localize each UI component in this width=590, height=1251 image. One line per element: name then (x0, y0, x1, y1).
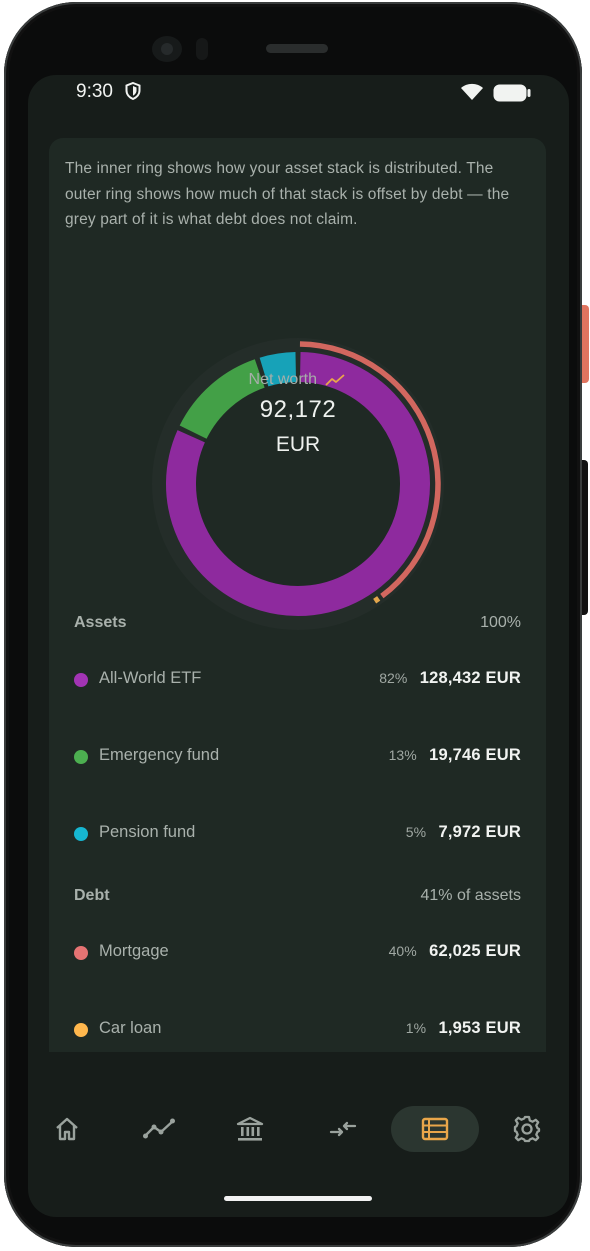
asset-row-pension-fund[interactable]: Pension fund 5% 7,972 EUR (74, 821, 521, 847)
nav-accounts[interactable] (225, 1106, 275, 1152)
debt-amount: 1,953 EUR (438, 1019, 521, 1037)
asset-row-all-world-etf[interactable]: All-World ETF 82% 128,432 EUR (74, 667, 521, 693)
asset-name: Pension fund (99, 823, 196, 841)
settings-icon (513, 1115, 541, 1143)
debt-amount: 62,025 EUR (429, 942, 521, 960)
transfer-icon (329, 1121, 357, 1137)
volume-button (582, 460, 588, 615)
debt-percent: 1% (405, 1020, 427, 1036)
debt-row-mortgage[interactable]: Mortgage 40% 62,025 EUR (74, 940, 521, 966)
assets-title: Assets (74, 614, 127, 631)
debt-total: 41% of assets (420, 887, 522, 904)
asset-color-dot (74, 673, 88, 687)
battery-icon (493, 84, 531, 102)
asset-percent: 5% (405, 824, 427, 840)
nav-trends[interactable] (134, 1106, 184, 1152)
assets-header: Assets 100% (74, 614, 521, 636)
nav-transactions[interactable] (318, 1106, 368, 1152)
asset-name: All-World ETF (99, 669, 202, 687)
debt-color-dot (74, 946, 88, 960)
asset-color-dot (74, 827, 88, 841)
donut-segment-car-loan (373, 596, 381, 604)
shield-icon (125, 82, 141, 100)
breakdown-card: The inner ring shows how your asset stac… (49, 138, 546, 1052)
nav-breakdown[interactable] (391, 1106, 479, 1152)
trend-up-icon (325, 374, 346, 386)
debt-name: Car loan (99, 1019, 162, 1037)
home-icon (56, 1117, 78, 1141)
front-camera (152, 36, 182, 62)
asset-percent: 13% (388, 747, 417, 763)
debt-title: Debt (74, 887, 110, 904)
asset-amount: 19,746 EUR (429, 746, 521, 764)
net-worth-label-text: Net worth (248, 371, 317, 388)
nav-home[interactable] (42, 1106, 92, 1152)
asset-color-dot (74, 750, 88, 764)
screen: 9:30 The inner ring shows how your asset… (28, 75, 569, 1217)
net-worth-label: Net worth (212, 371, 382, 389)
debt-row-car-loan[interactable]: Car loan 1% 1,953 EUR (74, 1017, 521, 1043)
assets-total: 100% (480, 614, 521, 631)
bottom-navigation (28, 1095, 569, 1165)
asset-name: Emergency fund (99, 746, 220, 764)
earpiece-speaker (266, 44, 328, 53)
asset-amount: 128,432 EUR (419, 669, 521, 687)
debt-name: Mortgage (99, 942, 169, 960)
phone-frame: 9:30 The inner ring shows how your asset… (4, 2, 582, 1247)
debt-percent: 40% (388, 943, 417, 959)
status-time: 9:30 (76, 81, 113, 102)
power-button (582, 305, 589, 383)
home-indicator[interactable] (224, 1196, 372, 1201)
asset-amount: 7,972 EUR (438, 823, 521, 841)
net-worth-value: 92,172 (259, 396, 337, 423)
debt-header: Debt 41% of assets (74, 887, 521, 909)
asset-percent: 82% (379, 670, 408, 686)
asset-row-emergency-fund[interactable]: Emergency fund 13% 19,746 EUR (74, 744, 521, 770)
net-worth-unit: EUR (275, 433, 321, 456)
wifi-icon (461, 83, 483, 100)
list-icon (421, 1117, 449, 1141)
bank-icon (236, 1116, 264, 1141)
nav-settings[interactable] (502, 1106, 552, 1152)
proximity-sensor (196, 38, 208, 60)
chart-line-icon (143, 1118, 175, 1139)
debt-color-dot (74, 1023, 88, 1037)
